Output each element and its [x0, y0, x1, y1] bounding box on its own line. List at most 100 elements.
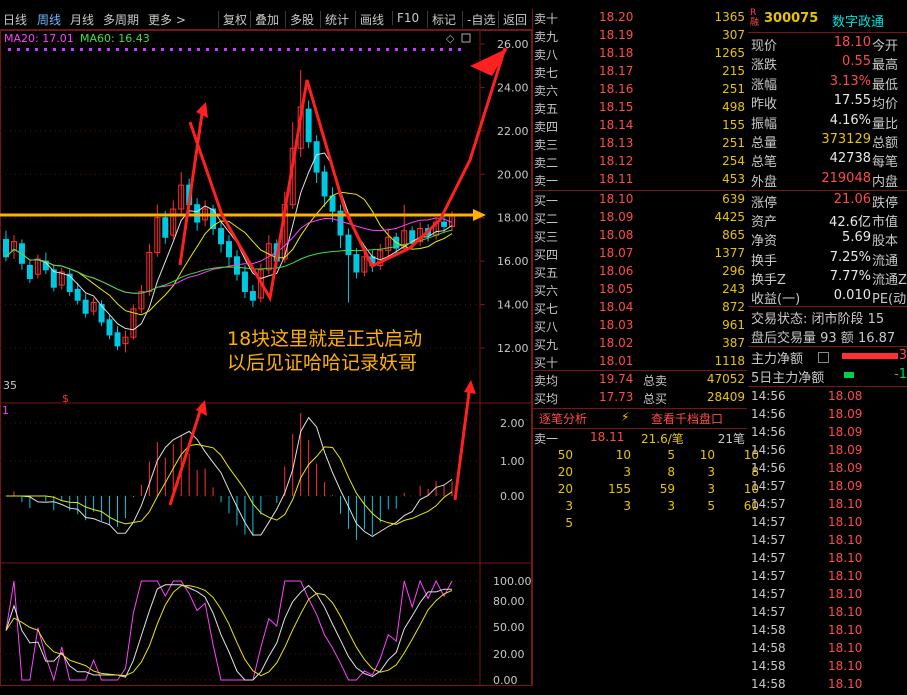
tick-price: 18.10	[828, 677, 863, 691]
signal-dot	[44, 48, 47, 51]
signal-dot	[71, 48, 74, 51]
candle-body	[241, 271, 248, 293]
kline-chart[interactable]: $ ◇ 26.00 24.00 22.00 20.00 18.00 16.00 14.00 12…	[0, 30, 532, 686]
quote-key: 昨收	[751, 97, 778, 113]
overlay-button[interactable]: 叠加	[250, 11, 279, 28]
quote-key: 振幅	[751, 116, 778, 132]
queue-row: 3 3 3 5 60	[533, 499, 759, 517]
tick-time: 14:57	[751, 551, 786, 565]
level-name: 买十	[534, 356, 559, 370]
tab-multi-period[interactable]: 多周期	[103, 11, 139, 28]
sell-level-5[interactable]: 卖五 18.15 498	[533, 100, 747, 118]
macd-axis-label: 1.00	[500, 455, 525, 468]
sell-level-7[interactable]: 卖七 18.17 215	[533, 64, 747, 82]
level-price: 18.06	[599, 264, 634, 278]
quote-value: 21.06	[833, 192, 871, 207]
signal-dot	[260, 48, 263, 51]
level-price: 18.16	[599, 82, 634, 96]
marker-s: $	[62, 392, 69, 405]
sell-level-1[interactable]: 卖一 18.11 453	[533, 172, 747, 190]
level-volume: 498	[722, 100, 745, 114]
draw-button[interactable]: 画线	[355, 11, 384, 28]
quote-key: 资产	[751, 215, 778, 231]
mark-button[interactable]: 标记	[427, 11, 456, 28]
tab-tick-analysis[interactable]: 逐笔分析	[539, 410, 587, 427]
tab-weekly[interactable]: 周线	[37, 11, 61, 28]
buy-level-8[interactable]: 买八 18.03 961	[533, 318, 747, 336]
quote-value: 0.55	[842, 54, 871, 70]
arrow-up-3	[453, 384, 472, 501]
queue-cell: 155	[608, 482, 631, 496]
sell-level-3[interactable]: 卖三 18.13 251	[533, 136, 747, 154]
level-volume: 1265	[714, 46, 745, 60]
price-axis-label: 22.00	[497, 125, 529, 138]
tick-price: 18.08	[828, 389, 863, 403]
sell-level-9[interactable]: 卖九 18.19 307	[533, 28, 747, 46]
sell-level-6[interactable]: 卖六 18.16 251	[533, 82, 747, 100]
watchlist-button[interactable]: -自选	[462, 11, 495, 28]
adjust-button[interactable]: 复权	[218, 11, 247, 28]
sell1-queue-header: 卖一 18.11 21.6/笔 21笔	[533, 430, 747, 448]
tick-row: 14:58 18.10	[748, 623, 907, 641]
candle-body	[66, 273, 73, 293]
macd-tag: 1	[2, 404, 9, 417]
buy-level-5[interactable]: 买五 18.06 296	[533, 264, 747, 282]
level-name: 卖七	[534, 66, 559, 80]
sell-level-2[interactable]: 卖二 18.12 254	[533, 154, 747, 172]
tick-time: 14:56	[751, 461, 786, 475]
quote-row: 总量 373129 总额	[748, 132, 907, 151]
queue-row: 50 10 5 10 10	[533, 448, 759, 466]
level-name: 卖二	[534, 156, 559, 170]
main-net-flow[interactable]: 主力净额 3	[748, 348, 907, 367]
signal-dot	[206, 48, 209, 51]
quote-value: 17.55	[833, 93, 871, 109]
tab-more[interactable]: 更多 >	[148, 11, 186, 28]
kline-svg[interactable]: $◇ 26.0024.0022.0020.0018.0016.0014.0012…	[0, 30, 532, 686]
menu-icon[interactable]	[818, 352, 829, 363]
sell-level-8[interactable]: 卖八 18.18 1265	[533, 46, 747, 64]
kdj-axis-label: 0.00	[493, 674, 518, 686]
kdj-axis-label: 80.00	[493, 595, 525, 608]
quote-value: 0.010	[833, 288, 871, 303]
level-name: 买八	[534, 320, 559, 334]
buy-level-1[interactable]: 买一 18.10 639	[533, 192, 747, 210]
signal-dot	[8, 48, 11, 51]
level-volume: 639	[722, 192, 745, 206]
back-button[interactable]: 返回	[498, 11, 527, 28]
kdj-axis-label: 50.00	[493, 621, 525, 634]
kdj-k	[5, 584, 452, 681]
queue-cell: 20	[557, 465, 573, 479]
signal-dot	[332, 48, 335, 51]
price-axis-label: 14.00	[497, 299, 529, 312]
diamond-icon: ◇	[446, 32, 455, 45]
tab-daily[interactable]: 日线	[3, 11, 27, 28]
buy-level-7[interactable]: 买七 18.04 872	[533, 300, 747, 318]
tick-row: 14:56 18.09	[748, 461, 907, 479]
candle-body	[218, 228, 225, 245]
tab-monthly[interactable]: 月线	[70, 11, 94, 28]
level-price: 18.18	[599, 46, 634, 60]
quote-row: 净资 5.69 股本	[748, 230, 907, 249]
level-volume: 296	[722, 264, 745, 278]
signal-dot	[458, 48, 461, 51]
queue-cell: 50	[557, 448, 573, 462]
buy-level-3[interactable]: 买三 18.08 865	[533, 228, 747, 246]
tick-time: 14:57	[751, 605, 786, 619]
f10-button[interactable]: F10	[392, 11, 419, 25]
buy-level-9[interactable]: 买九 18.02 387	[533, 336, 747, 354]
sell-level-4[interactable]: 卖四 18.14 155	[533, 118, 747, 136]
stats-button[interactable]: 统计	[320, 11, 349, 28]
quote-key2: 流通Z	[872, 272, 907, 288]
buy-level-4[interactable]: 买四 18.07 1377	[533, 246, 747, 264]
five-day-net-flow[interactable]: 5日主力净额 -1	[748, 367, 907, 386]
buy-level-2[interactable]: 买二 18.09 4425	[533, 210, 747, 228]
sell-level-10[interactable]: 卖十 18.20 1365	[533, 10, 747, 28]
signal-dot	[179, 48, 182, 51]
buy-level-6[interactable]: 买六 18.05 243	[533, 282, 747, 300]
multi-stock-button[interactable]: 多股	[285, 11, 314, 28]
tick-row: 14:57 18.10	[748, 551, 907, 569]
signal-dot	[116, 48, 119, 51]
tab-thousand-depth[interactable]: 查看千档盘口	[651, 410, 723, 427]
signal-dot	[107, 48, 110, 51]
tick-price: 18.10	[828, 551, 863, 565]
